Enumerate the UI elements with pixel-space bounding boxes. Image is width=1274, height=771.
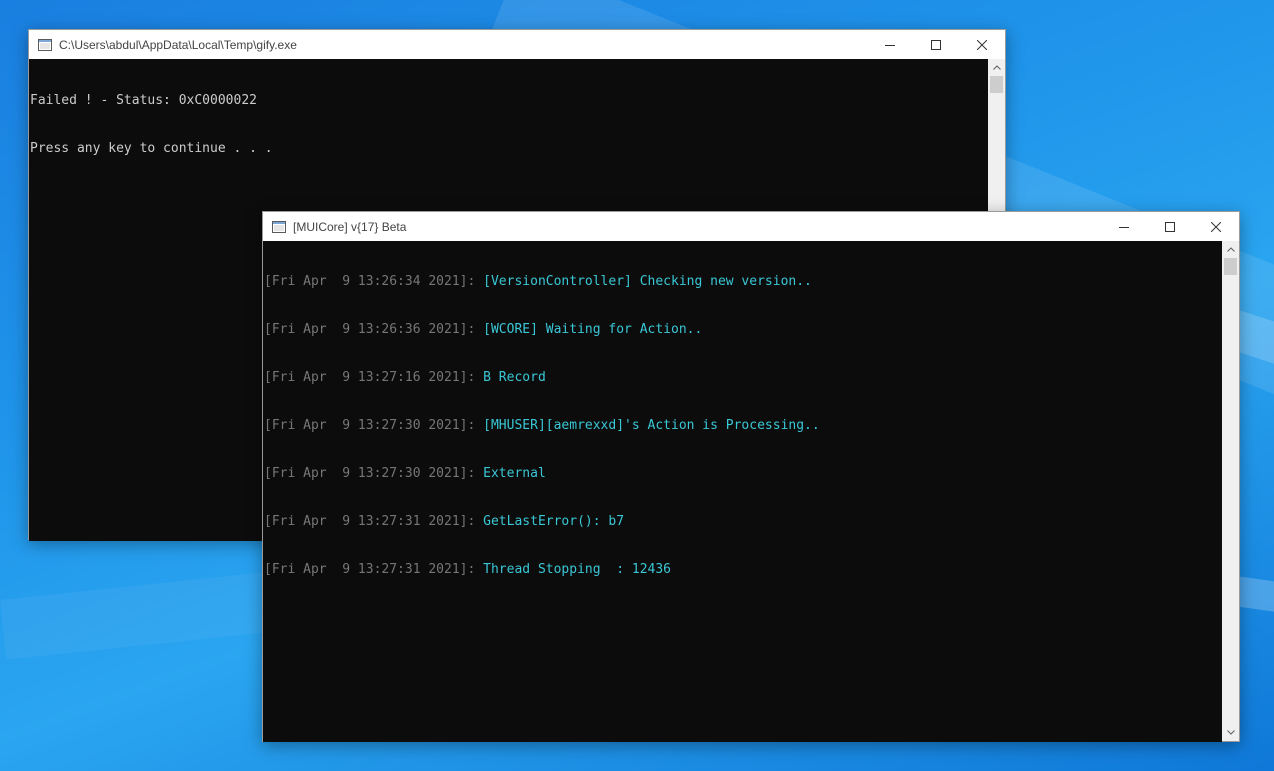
minimize-button[interactable] xyxy=(1101,212,1147,241)
log-line: [Fri Apr 9 13:27:30 2021]: External xyxy=(263,466,1222,482)
log-line: [Fri Apr 9 13:26:36 2021]: [WCORE] Waiti… xyxy=(263,322,1222,338)
console-window-muicore[interactable]: [MUICore] v{17} Beta [Fri Apr 9 13:26:34… xyxy=(262,211,1240,742)
log-timestamp: [Fri Apr 9 13:27:31 2021]: xyxy=(264,562,484,577)
log-message: B Record xyxy=(483,370,546,385)
title-bar[interactable]: [MUICore] v{17} Beta xyxy=(263,212,1239,241)
log-timestamp: [Fri Apr 9 13:27:30 2021]: xyxy=(264,418,484,433)
console-app-icon[interactable] xyxy=(37,37,53,53)
window-title: C:\Users\abdul\AppData\Local\Temp\gify.e… xyxy=(59,37,297,52)
maximize-button[interactable] xyxy=(913,30,959,59)
title-bar[interactable]: C:\Users\abdul\AppData\Local\Temp\gify.e… xyxy=(29,30,1005,59)
scroll-up-button[interactable] xyxy=(1222,241,1239,258)
scroll-down-button[interactable] xyxy=(1222,724,1239,741)
scroll-up-button[interactable] xyxy=(988,59,1005,76)
console-line: Failed ! - Status: 0xC0000022 xyxy=(30,93,257,108)
log-message: [MHUSER][aemrexxd]'s Action is Processin… xyxy=(483,418,820,433)
console-app-icon[interactable] xyxy=(271,219,287,235)
log-line: [Fri Apr 9 13:27:31 2021]: Thread Stoppi… xyxy=(263,562,1222,578)
maximize-button[interactable] xyxy=(1147,212,1193,241)
chevron-down-icon xyxy=(1226,730,1235,735)
log-message: [WCORE] Waiting for Action.. xyxy=(483,322,703,337)
maximize-icon xyxy=(1165,221,1175,232)
log-message: GetLastError(): b7 xyxy=(483,514,625,529)
scroll-thumb[interactable] xyxy=(1224,258,1237,275)
maximize-icon xyxy=(931,39,941,50)
log-timestamp: [Fri Apr 9 13:26:36 2021]: xyxy=(264,322,484,337)
close-button[interactable] xyxy=(959,30,1005,59)
log-line: [Fri Apr 9 13:27:31 2021]: GetLastError(… xyxy=(263,514,1222,530)
log-timestamp: [Fri Apr 9 13:27:31 2021]: xyxy=(264,514,484,529)
minimize-button[interactable] xyxy=(867,30,913,59)
chevron-up-icon xyxy=(1226,247,1235,252)
log-message: [VersionController] Checking new version… xyxy=(483,274,812,289)
console-output[interactable]: [Fri Apr 9 13:26:34 2021]: [VersionContr… xyxy=(263,241,1222,742)
log-line: [Fri Apr 9 13:27:30 2021]: [MHUSER][aemr… xyxy=(263,418,1222,434)
vertical-scrollbar[interactable] xyxy=(1222,241,1239,741)
minimize-icon xyxy=(885,44,895,46)
minimize-icon xyxy=(1119,226,1129,228)
close-button[interactable] xyxy=(1193,212,1239,241)
scroll-thumb[interactable] xyxy=(990,76,1003,93)
log-line: [Fri Apr 9 13:27:16 2021]: B Record xyxy=(263,370,1222,386)
window-title: [MUICore] v{17} Beta xyxy=(293,219,407,234)
close-icon xyxy=(1211,221,1221,232)
log-timestamp: [Fri Apr 9 13:27:16 2021]: xyxy=(264,370,484,385)
close-icon xyxy=(977,39,987,50)
console-line: Press any key to continue . . . xyxy=(30,141,273,156)
chevron-up-icon xyxy=(992,65,1001,70)
log-timestamp: [Fri Apr 9 13:27:30 2021]: xyxy=(264,466,484,481)
log-message: External xyxy=(483,466,546,481)
log-line: [Fri Apr 9 13:26:34 2021]: [VersionContr… xyxy=(263,274,1222,290)
log-timestamp: [Fri Apr 9 13:26:34 2021]: xyxy=(264,274,484,289)
log-message: Thread Stopping : 12436 xyxy=(483,562,671,577)
